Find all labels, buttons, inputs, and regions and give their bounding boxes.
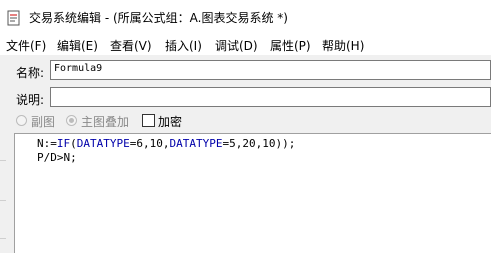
code-line-2: P/D>N; xyxy=(37,151,77,164)
title-bar: 交易系统编辑 - (所属公式组：A.图表交易系统 *) xyxy=(0,0,491,33)
encrypt-label: 加密 xyxy=(158,115,183,129)
code-keyword: IF xyxy=(56,137,71,150)
sub-chart-label: 副图 xyxy=(31,115,56,129)
encrypt-checkbox[interactable] xyxy=(142,114,155,127)
menu-file[interactable]: 文件(F) xyxy=(6,37,46,54)
name-label: 名称: xyxy=(16,66,45,80)
menu-bar: 文件(F) 编辑(E) 查看(V) 插入(I) 调试(D) 属性(P) 帮助(H… xyxy=(0,33,491,55)
code-token: N:= xyxy=(37,137,57,150)
code-token: =5,20,10)); xyxy=(222,137,296,150)
name-input[interactable]: Formula9 xyxy=(50,60,491,80)
menu-help[interactable]: 帮助(H) xyxy=(322,37,364,54)
left-margin-mark xyxy=(0,160,6,161)
main-overlay-radio[interactable] xyxy=(66,115,77,126)
code-token: =6,10, xyxy=(129,137,170,150)
description-label: 说明: xyxy=(16,93,45,107)
app-document-icon xyxy=(7,10,20,26)
code-keyword: DATATYPE xyxy=(76,137,130,150)
left-margin-mark xyxy=(0,238,6,239)
menu-properties[interactable]: 属性(P) xyxy=(270,37,311,54)
menu-view[interactable]: 查看(V) xyxy=(110,37,152,54)
menu-debug[interactable]: 调试(D) xyxy=(215,37,258,54)
trading-system-editor-window: 交易系统编辑 - (所属公式组：A.图表交易系统 *) 文件(F) 编辑(E) … xyxy=(0,0,491,253)
code-keyword: DATATYPE xyxy=(169,137,223,150)
code-token: ( xyxy=(70,137,77,150)
code-line-1: N:=IF(DATATYPE=6,10,DATATYPE=5,20,10)); xyxy=(37,137,295,150)
main-overlay-label: 主图叠加 xyxy=(81,115,130,129)
menu-insert[interactable]: 插入(I) xyxy=(165,37,202,54)
formula-code-editor[interactable]: N:=IF(DATATYPE=6,10,DATATYPE=5,20,10)); … xyxy=(14,133,491,253)
description-input[interactable] xyxy=(50,87,491,107)
window-title: 交易系统编辑 - (所属公式组：A.图表交易系统 *) xyxy=(29,11,288,25)
menu-edit[interactable]: 编辑(E) xyxy=(57,37,98,54)
left-margin-mark xyxy=(0,200,6,201)
sub-chart-radio[interactable] xyxy=(16,115,27,126)
